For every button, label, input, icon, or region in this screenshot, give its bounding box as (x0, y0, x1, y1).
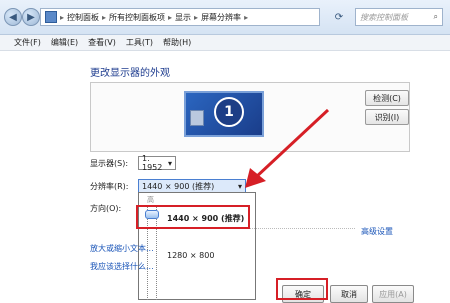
breadcrumb-item[interactable]: 所有控制面板项 (109, 12, 165, 23)
orientation-label: 方向(O): (90, 204, 122, 213)
menu-bar: 文件(F) 编辑(E) 查看(V) 工具(T) 帮助(H) (0, 35, 450, 51)
display-select[interactable]: 1. 1952 ▾ (138, 154, 176, 172)
resolution-option[interactable]: 1440 × 900 (推荐) (167, 213, 244, 224)
search-placeholder: 搜索控制面板 (360, 12, 408, 22)
breadcrumb-item[interactable]: 屏幕分辨率 (201, 12, 241, 23)
display-value: 1. 1952 (142, 154, 163, 172)
which-settings-link[interactable]: 我应该选择什么... (90, 261, 154, 272)
menu-file[interactable]: 文件(F) (14, 37, 41, 48)
forward-icon[interactable]: ▶ (22, 8, 40, 26)
search-icon: ⌕ (433, 12, 438, 21)
resolution-label: 分辨率(R): (90, 182, 129, 191)
resolution-value: 1440 × 900 (推荐) (142, 181, 215, 191)
page-title: 更改显示器的外观 (90, 68, 170, 79)
chevron-down-icon: ▾ (167, 158, 172, 168)
slider-top-label: 高 (147, 196, 154, 204)
cancel-button[interactable]: 取消 (330, 285, 368, 303)
chevron-down-icon: ▾ (237, 181, 242, 191)
menu-edit[interactable]: 编辑(E) (51, 37, 78, 48)
resolution-option[interactable]: 1280 × 800 (167, 251, 214, 260)
search-input[interactable]: 搜索控制面板 ⌕ (355, 8, 443, 26)
ok-highlight-box (276, 278, 328, 300)
menu-help[interactable]: 帮助(H) (163, 37, 191, 48)
advanced-settings-link[interactable]: 高级设置 (361, 226, 393, 237)
menu-tools[interactable]: 工具(T) (126, 37, 153, 48)
resolution-select[interactable]: 1440 × 900 (推荐) ▾ (138, 179, 246, 193)
control-panel-icon (45, 11, 57, 23)
display-label: 显示器(S): (90, 159, 129, 168)
menu-view[interactable]: 查看(V) (88, 37, 116, 48)
back-icon[interactable]: ◀ (4, 8, 22, 26)
divider (250, 228, 355, 229)
detect-button[interactable]: 检测(C) (365, 90, 409, 106)
apply-button[interactable]: 应用(A) (372, 285, 414, 303)
breadcrumb-item[interactable]: 显示 (175, 12, 191, 23)
monitor-number: 1 (214, 97, 244, 127)
breadcrumb[interactable]: ▸ 控制面板 ▸ 所有控制面板项 ▸ 显示 ▸ 屏幕分辨率 ▸ (40, 8, 320, 26)
window-thumbnail-icon (190, 110, 204, 126)
breadcrumb-item[interactable]: 控制面板 (67, 12, 99, 23)
enlarge-text-link[interactable]: 放大或缩小文本... (90, 243, 154, 254)
refresh-icon[interactable]: ⟳ (330, 8, 348, 26)
identify-button[interactable]: 识别(I) (365, 109, 409, 125)
